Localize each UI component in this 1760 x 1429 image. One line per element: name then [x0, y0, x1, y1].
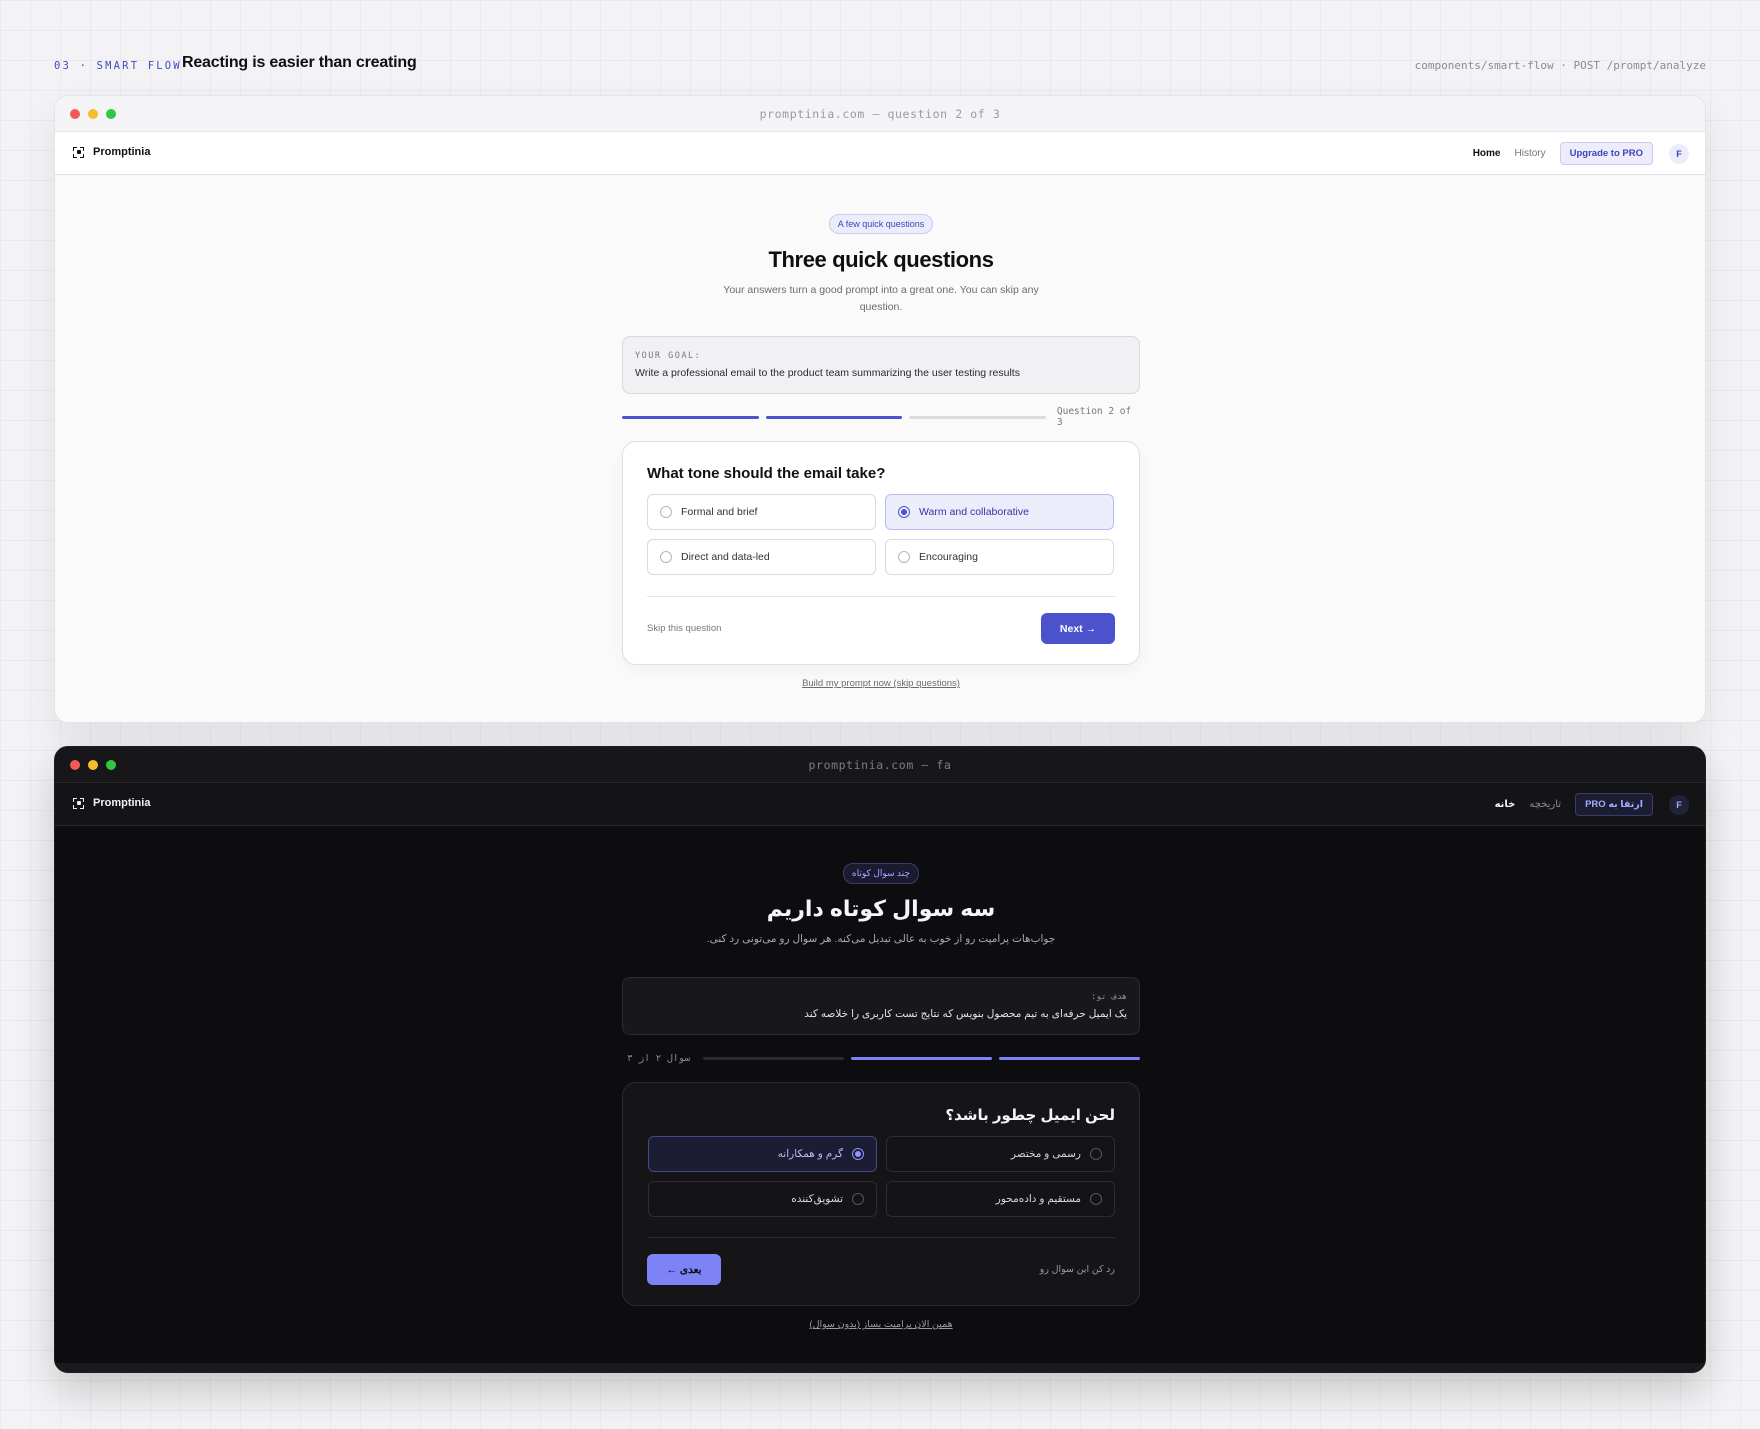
page-headline: سه سوال کوتاه داریم [766, 896, 996, 921]
option-label: Warm and collaborative [919, 506, 1029, 518]
goal-label: هدف تو: [1091, 992, 1127, 1002]
progress-segment-3 [909, 415, 1046, 419]
divider [647, 596, 1115, 597]
nav-links: خانه تاریخچه ارتقا به PRO F [1495, 793, 1689, 816]
nav-links: Home History Upgrade to PRO F [1473, 142, 1689, 165]
nav-history-link[interactable]: History [1515, 148, 1546, 159]
option-label: تشویق‌کننده [791, 1193, 843, 1205]
app-navbar: Promptinia خانه تاریخچه ارتقا به PRO F [55, 783, 1705, 826]
goal-label: YOUR GOAL: [635, 351, 702, 361]
build-prompt-link[interactable]: Build my prompt now (skip questions) [622, 678, 1140, 689]
question-title: لحن ایمیل چطور باشد؟ [945, 1107, 1115, 1124]
page-subline: جواب‌هات پرامپت رو از خوب به عالی تبدیل … [706, 933, 1056, 945]
browser-window-dark: promptinia.com — fa Promptinia خانه تاری… [54, 746, 1706, 1373]
radio-icon [898, 551, 910, 563]
question-flow: A few quick questions Three quick questi… [622, 214, 1140, 689]
window-title: promptinia.com — fa [808, 758, 952, 772]
goal-box: هدف تو: یک ایمیل حرفه‌ای به تیم محصول بن… [622, 977, 1140, 1035]
option-encouraging[interactable]: تشویق‌کننده [648, 1181, 877, 1217]
option-label: گرم و همکارانه [777, 1148, 843, 1160]
intro-pill: چند سوال کوتاه [842, 863, 920, 884]
question-flow: چند سوال کوتاه سه سوال کوتاه داریم جواب‌… [622, 863, 1140, 1330]
answer-options: Formal and brief Warm and collaborative … [647, 494, 1115, 575]
option-warm-collaborative[interactable]: گرم و همکارانه [648, 1136, 877, 1172]
page-subline: Your answers turn a good prompt into a g… [723, 284, 1039, 313]
option-label: مستقیم و داده‌محور [995, 1193, 1081, 1205]
option-formal-brief[interactable]: Formal and brief [647, 494, 876, 530]
radio-icon [1090, 1193, 1102, 1205]
radio-icon [660, 506, 672, 518]
question-card: What tone should the email take? Formal … [622, 441, 1140, 665]
option-direct-data-led[interactable]: مستقیم و داده‌محور [886, 1181, 1115, 1217]
page-headline: Three quick questions [768, 247, 994, 272]
goal-text: یک ایمیل حرفه‌ای به تیم محصول بنویس که ن… [804, 1008, 1127, 1020]
nav-history-link[interactable]: تاریخچه [1529, 799, 1561, 810]
window-titlebar: promptinia.com — fa [55, 747, 1705, 783]
logo-icon [73, 146, 84, 158]
progress-segment-1 [999, 1056, 1140, 1060]
intro-pill: A few quick questions [828, 214, 934, 234]
brand[interactable]: Promptinia [73, 146, 150, 158]
progress-segment-2 [851, 1056, 992, 1060]
goal-text: Write a professional email to the produc… [635, 367, 1020, 379]
option-warm-collaborative[interactable]: Warm and collaborative [885, 494, 1114, 530]
upgrade-button[interactable]: ارتقا به PRO [1575, 793, 1653, 816]
section-title: Reacting is easier than creating [182, 54, 417, 71]
next-button[interactable]: Next → [1041, 613, 1115, 644]
skip-question-link[interactable]: رد کن این سوال رو [1040, 1264, 1115, 1275]
avatar[interactable]: F [1669, 143, 1689, 164]
progress-indicator: سوال ۲ از ۳ [622, 1051, 1140, 1065]
option-direct-data-led[interactable]: Direct and data-led [647, 539, 876, 575]
nav-home-link[interactable]: Home [1473, 148, 1501, 159]
skip-question-link[interactable]: Skip this question [647, 623, 721, 634]
radio-icon [1090, 1148, 1102, 1160]
brand-name: Promptinia [93, 797, 151, 809]
nav-home-link[interactable]: خانه [1495, 799, 1516, 810]
progress-indicator: Question 2 of 3 [622, 406, 1140, 428]
divider [647, 1237, 1115, 1238]
answer-options: رسمی و مختصر گرم و همکارانه مستقیم و داد… [647, 1136, 1115, 1217]
page-header: 03 · SMART FLOW Reacting is easier than … [54, 52, 1706, 80]
option-encouraging[interactable]: Encouraging [885, 539, 1114, 575]
option-label: Encouraging [919, 551, 978, 563]
brand[interactable]: Promptinia [73, 797, 150, 809]
radio-selected-icon [852, 1148, 864, 1160]
build-prompt-link[interactable]: همین الان پرامپت بساز (بدون سوال) [622, 1319, 1140, 1330]
option-label: Formal and brief [681, 506, 758, 518]
endpoint-path: components/smart-flow · POST /prompt/ana… [1414, 59, 1706, 72]
next-button[interactable]: بعدی ← [647, 1254, 721, 1285]
radio-icon [660, 551, 672, 563]
avatar[interactable]: F [1669, 794, 1689, 815]
radio-icon [852, 1193, 864, 1205]
question-title: What tone should the email take? [647, 465, 886, 482]
app-navbar: Promptinia Home History Upgrade to PRO F [55, 132, 1705, 175]
progress-segment-1 [622, 415, 759, 419]
radio-selected-icon [898, 506, 910, 518]
goal-box: YOUR GOAL: Write a professional email to… [622, 336, 1140, 394]
browser-window-light: promptinia.com — question 2 of 3 Prompti… [54, 95, 1706, 723]
window-titlebar: promptinia.com — question 2 of 3 [55, 96, 1705, 132]
option-formal-brief[interactable]: رسمی و مختصر [886, 1136, 1115, 1172]
progress-label: سوال ۲ از ۳ [627, 1052, 690, 1064]
logo-icon [73, 797, 84, 809]
window-title: promptinia.com — question 2 of 3 [759, 107, 1001, 121]
question-card: لحن ایمیل چطور باشد؟ رسمی و مختصر گرم و … [622, 1082, 1140, 1306]
upgrade-button[interactable]: Upgrade to PRO [1559, 142, 1653, 165]
option-label: Direct and data-led [681, 551, 770, 563]
section-tag: 03 · SMART FLOW [54, 60, 182, 72]
progress-segment-2 [765, 415, 903, 419]
option-label: رسمی و مختصر [1010, 1148, 1081, 1160]
progress-segment-3 [703, 1056, 844, 1060]
brand-name: Promptinia [93, 146, 151, 158]
progress-label: Question 2 of 3 [1056, 406, 1132, 428]
window-bottom-edge [55, 1363, 1705, 1372]
